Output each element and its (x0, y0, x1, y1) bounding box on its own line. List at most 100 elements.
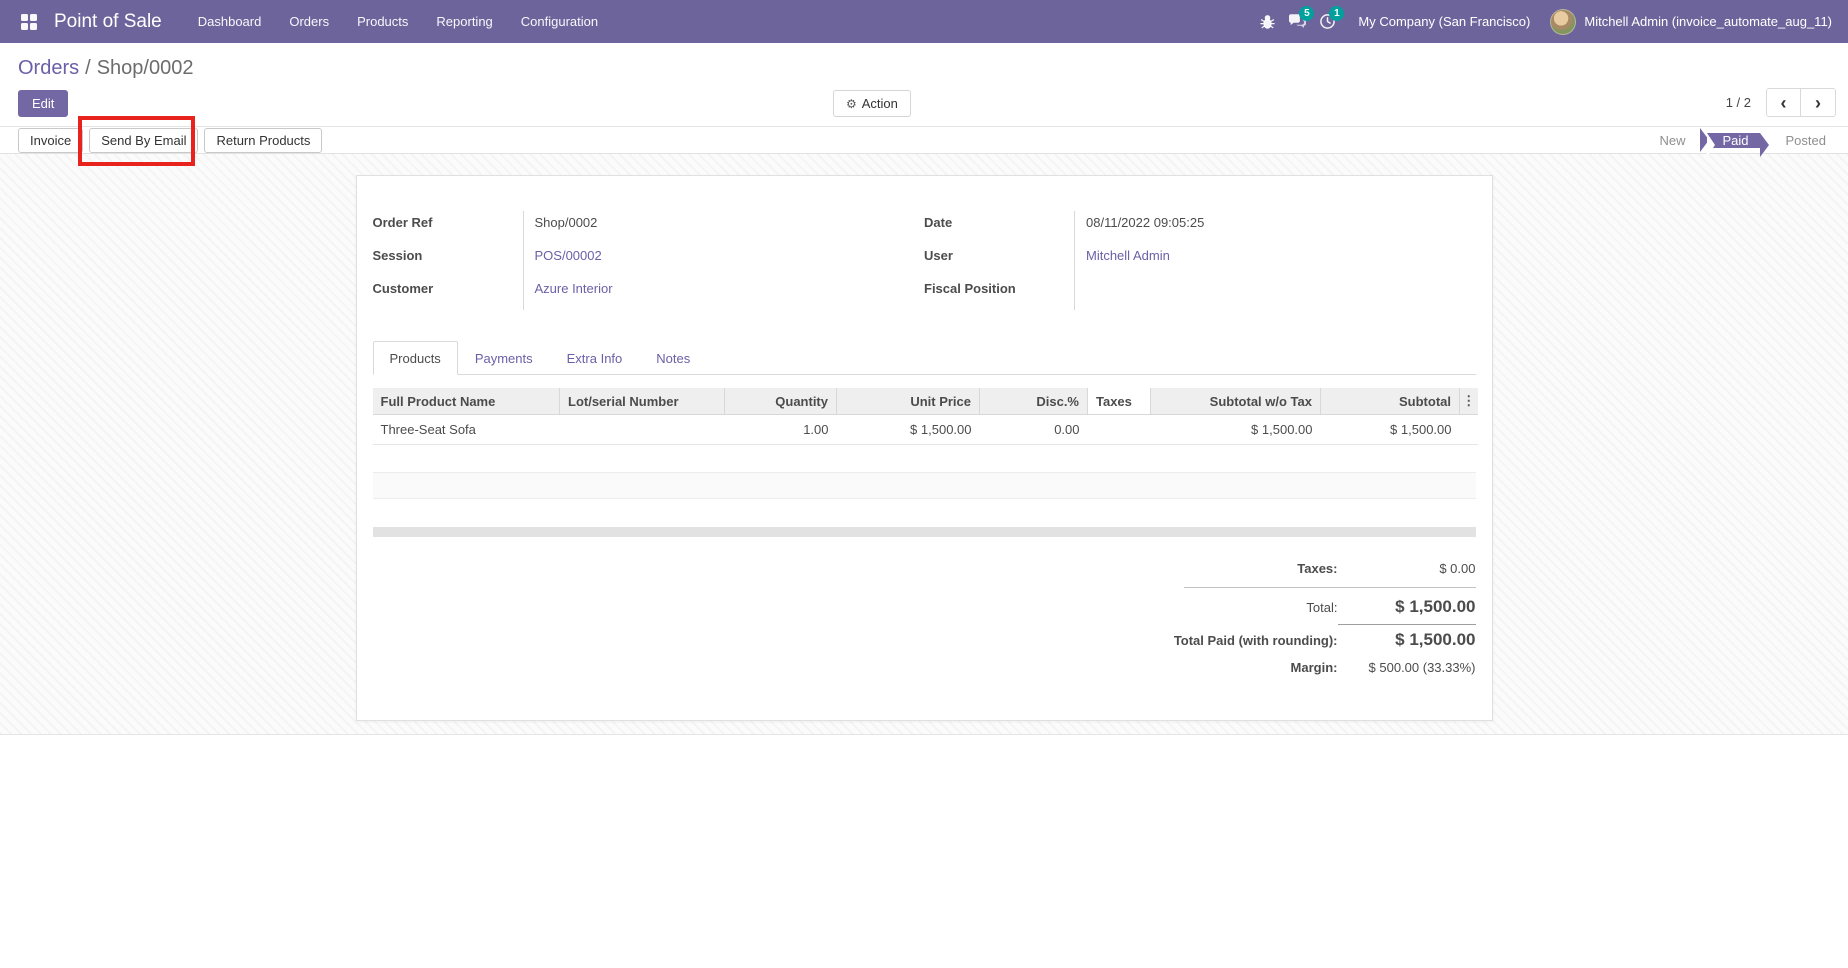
return-products-button[interactable]: Return Products (204, 128, 322, 153)
totals-separator (1184, 587, 1476, 588)
tab-extra-info[interactable]: Extra Info (550, 341, 640, 375)
field-groups: Order Ref Shop/0002 Session POS/00002 Cu… (373, 176, 1476, 310)
field-group-left: Order Ref Shop/0002 Session POS/00002 Cu… (373, 211, 925, 310)
margin-label: Margin: (1291, 660, 1338, 675)
user-link[interactable]: Mitchell Admin (1074, 244, 1476, 277)
control-panel: Orders/Shop/0002 Edit Action 1 / 2 (0, 43, 1848, 126)
pager-count: 1 / 2 (1726, 95, 1751, 110)
action-button[interactable]: Action (833, 90, 911, 117)
breadcrumb-current: Shop/0002 (97, 57, 194, 79)
menu-reporting[interactable]: Reporting (422, 0, 506, 43)
empty-table-row-shaded (373, 472, 1476, 499)
session-link[interactable]: POS/00002 (523, 244, 925, 277)
cell-options (1460, 415, 1478, 445)
order-lines-table: Full Product Name Lot/serial Number Quan… (373, 388, 1478, 445)
field-label: Fiscal Position (924, 277, 1074, 310)
field-label: Customer (373, 277, 523, 310)
field-value: Shop/0002 (523, 211, 925, 244)
field-user: User Mitchell Admin (924, 244, 1476, 277)
main-menu: Dashboard Orders Products Reporting Conf… (184, 0, 612, 43)
field-order-ref: Order Ref Shop/0002 (373, 211, 925, 244)
chevron-left-icon (1781, 96, 1787, 113)
col-header-unit-price[interactable]: Unit Price (837, 388, 980, 415)
col-header-taxes[interactable]: Taxes (1088, 388, 1151, 415)
cell-discount: 0.00 (980, 415, 1088, 445)
menu-dashboard[interactable]: Dashboard (184, 0, 276, 43)
statusbar: Invoice Send By Email Return Products Ne… (0, 126, 1848, 154)
menu-orders[interactable]: Orders (275, 0, 343, 43)
margin-value: $ 500.00 (33.33%) (1338, 660, 1476, 675)
control-row: Edit Action 1 / 2 (0, 80, 1848, 126)
status-paid-active[interactable]: Paid (1707, 128, 1759, 153)
col-header-discount[interactable]: Disc.% (980, 388, 1088, 415)
field-label: Order Ref (373, 211, 523, 244)
taxes-value: $ 0.00 (1338, 561, 1476, 576)
invoice-button[interactable]: Invoice (18, 128, 83, 153)
messages-icon[interactable]: 5 (1282, 0, 1312, 43)
total-value: $ 1,500.00 (1338, 597, 1476, 617)
field-fiscal-position: Fiscal Position (924, 277, 1476, 310)
systray: 5 1 My Company (San Francisco) Mitchell … (1252, 0, 1836, 43)
totals-total-row: Total: $ 1,500.00 (1306, 597, 1475, 617)
debug-bug-icon[interactable] (1252, 0, 1282, 43)
horizontal-scrollbar[interactable] (373, 527, 1476, 537)
totals-margin-row: Margin: $ 500.00 (33.33%) (1291, 660, 1476, 675)
screen: Point of Sale Dashboard Orders Products … (0, 0, 1848, 968)
breadcrumb-orders-link[interactable]: Orders (18, 57, 79, 79)
table-spacer (373, 499, 1476, 527)
pager: 1 / 2 (1726, 88, 1836, 117)
col-header-full-product-name[interactable]: Full Product Name (373, 388, 560, 415)
customer-link[interactable]: Azure Interior (523, 277, 925, 310)
col-header-subtotal-wo-tax[interactable]: Subtotal w/o Tax (1151, 388, 1321, 415)
app-title[interactable]: Point of Sale (54, 11, 162, 33)
cell-unit-price: $ 1,500.00 (837, 415, 980, 445)
col-header-quantity[interactable]: Quantity (725, 388, 837, 415)
field-value-empty (1074, 277, 1476, 310)
field-value: 08/11/2022 09:05:25 (1074, 211, 1476, 244)
status-widget: New Paid Posted (1647, 128, 1838, 153)
user-avatar[interactable] (1550, 9, 1576, 35)
edit-button[interactable]: Edit (18, 90, 68, 117)
form-sheet: Order Ref Shop/0002 Session POS/00002 Cu… (356, 175, 1493, 721)
apps-grid-icon (21, 14, 37, 30)
field-session: Session POS/00002 (373, 244, 925, 277)
col-header-lot-serial[interactable]: Lot/serial Number (560, 388, 725, 415)
activities-badge: 1 (1329, 6, 1344, 21)
notebook-tabs: Products Payments Extra Info Notes (373, 341, 1476, 375)
send-by-email-button[interactable]: Send By Email (89, 128, 198, 153)
status-posted[interactable]: Posted (1774, 128, 1838, 153)
menu-configuration[interactable]: Configuration (507, 0, 612, 43)
pager-previous-button[interactable] (1767, 89, 1801, 116)
field-group-right: Date 08/11/2022 09:05:25 User Mitchell A… (924, 211, 1476, 310)
company-switcher[interactable]: My Company (San Francisco) (1358, 14, 1530, 29)
field-label: User (924, 244, 1074, 277)
total-paid-label: Total Paid (with rounding): (1174, 633, 1338, 648)
cell-subtotal: $ 1,500.00 (1321, 415, 1460, 445)
cell-taxes (1088, 415, 1151, 445)
totals-taxes-row: Taxes: $ 0.00 (1297, 561, 1475, 576)
col-header-subtotal[interactable]: Subtotal (1321, 388, 1460, 415)
pager-next-button[interactable] (1801, 89, 1835, 116)
total-paid-value: $ 1,500.00 (1338, 624, 1476, 650)
form-background: Order Ref Shop/0002 Session POS/00002 Cu… (0, 154, 1848, 735)
user-menu[interactable]: Mitchell Admin (invoice_automate_aug_11) (1584, 14, 1832, 29)
tab-products[interactable]: Products (373, 341, 458, 375)
status-new[interactable]: New (1647, 128, 1697, 153)
vertical-dots-icon (1462, 393, 1475, 408)
apps-menu-button[interactable] (14, 0, 44, 43)
cell-subtotal-wo-tax: $ 1,500.00 (1151, 415, 1321, 445)
tab-payments[interactable]: Payments (458, 341, 550, 375)
cell-quantity: 1.00 (725, 415, 837, 445)
cell-lot (560, 415, 725, 445)
field-label: Session (373, 244, 523, 277)
totals-block: Taxes: $ 0.00 Total: $ 1,500.00 Total Pa… (373, 561, 1476, 675)
activities-clock-icon[interactable]: 1 (1312, 0, 1342, 43)
tab-notes[interactable]: Notes (639, 341, 707, 375)
totals-paid-row: Total Paid (with rounding): $ 1,500.00 (1174, 619, 1476, 650)
column-options-button[interactable] (1460, 388, 1478, 415)
table-row[interactable]: Three-Seat Sofa 1.00 $ 1,500.00 0.00 $ 1… (373, 415, 1478, 445)
field-label: Date (924, 211, 1074, 244)
breadcrumb: Orders/Shop/0002 (0, 43, 1848, 80)
field-customer: Customer Azure Interior (373, 277, 925, 310)
menu-products[interactable]: Products (343, 0, 422, 43)
